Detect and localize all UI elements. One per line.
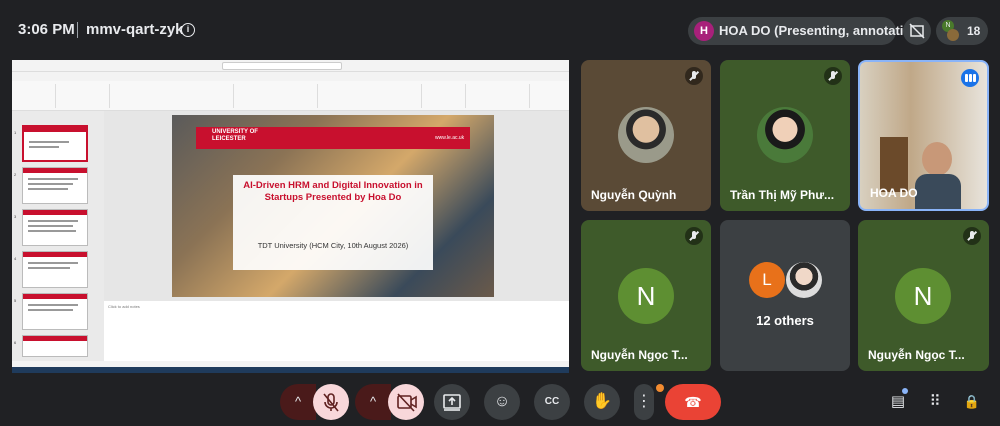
bottom-controls: ^ ^ ☺ CC ✋ ⋮ ☎ ▤ ⠿ 🔒 <box>0 373 1000 426</box>
thumb-number: 1 <box>14 130 17 135</box>
slide-thumb <box>22 209 88 246</box>
thumb-number: 3 <box>14 214 17 219</box>
participant-avatar: N <box>618 268 674 324</box>
others-tile[interactable]: L 12 others <box>720 220 850 371</box>
ppt-search-box <box>222 62 342 70</box>
slide-title-card: AI-Driven HRM and Digital Innovation in … <box>233 175 433 270</box>
slide-editor: UNIVERSITY OF LEICESTER www.le.ac.uk AI-… <box>104 111 569 361</box>
ribbon-group <box>16 84 56 108</box>
camera-options-button[interactable]: ^ <box>355 384 391 420</box>
chat-icon[interactable]: ▤ <box>887 391 909 413</box>
captions-icon: CC <box>544 396 560 407</box>
slide-thumb <box>22 125 88 162</box>
participant-tile-active-speaker[interactable]: HOA DO <box>858 60 989 211</box>
captions-button[interactable]: CC <box>534 384 570 420</box>
participant-avatar: N <box>895 268 951 324</box>
speaking-indicator-icon <box>961 69 979 87</box>
current-slide: UNIVERSITY OF LEICESTER www.le.ac.uk AI-… <box>172 115 494 297</box>
raise-hand-button[interactable]: ✋ <box>584 384 620 420</box>
mic-control: ^ <box>280 384 349 420</box>
presenter-label: HOA DO (Presenting, annotating) <box>719 23 924 38</box>
ppt-ribbon-tabs: File Home Insert Draw Design Transitions… <box>12 72 569 86</box>
more-vert-icon: ⋮ <box>636 393 652 410</box>
reactions-button[interactable]: ☺ <box>484 384 520 420</box>
activities-icon[interactable]: ⠿ <box>924 391 946 413</box>
present-screen-icon <box>443 394 461 411</box>
participant-name: Nguyễn Ngọc T... <box>591 348 688 362</box>
slide-website: www.le.ac.uk <box>435 135 465 141</box>
slide-thumb <box>22 293 88 330</box>
university-logo-text: UNIVERSITY OF LEICESTER <box>212 129 258 142</box>
participant-tile[interactable]: Nguyễn Quỳnh <box>581 60 711 211</box>
ribbon-group <box>470 84 530 108</box>
participant-name: Nguyễn Ngọc T... <box>868 348 965 362</box>
participant-photo <box>757 107 813 163</box>
hand-icon: ✋ <box>592 393 612 410</box>
leave-call-button[interactable]: ☎ <box>665 384 721 420</box>
slide-thumbnails: 1 2 3 4 5 6 <box>12 111 104 361</box>
participant-tile[interactable]: N Nguyễn Ngọc T... <box>581 220 711 371</box>
notification-dot <box>656 384 664 392</box>
participant-photo <box>618 107 674 163</box>
mic-off-icon <box>323 393 339 412</box>
divider <box>77 22 78 38</box>
chat-badge <box>902 388 908 394</box>
slide-subtitle: TDT University (HCM City, 10th August 20… <box>257 241 409 250</box>
ribbon-group <box>60 84 110 108</box>
presenter-face <box>922 142 952 176</box>
top-bar: 3:06 PM mmv-qart-zyk i H HOA DO (Present… <box>0 0 1000 60</box>
emoji-icon: ☺ <box>493 393 511 410</box>
camera-control: ^ <box>355 384 424 420</box>
slide-thumb <box>22 335 88 357</box>
bookshelf <box>880 137 908 192</box>
participant-name: Nguyễn Quỳnh <box>591 188 677 202</box>
mic-toggle-button[interactable] <box>313 384 349 420</box>
more-options-button[interactable]: ⋮ <box>634 384 654 420</box>
slide-title: AI-Driven HRM and Digital Innovation in … <box>243 180 423 203</box>
mic-off-icon <box>685 227 703 245</box>
participant-name: Trần Thị Mỹ Phư... <box>730 188 835 202</box>
others-label: 12 others <box>756 313 814 328</box>
info-icon[interactable]: i <box>181 23 195 37</box>
notes-pane: Click to add notes <box>104 301 569 361</box>
camera-toggle-button[interactable] <box>388 384 424 420</box>
shared-screen: File Home Insert Draw Design Transitions… <box>12 60 569 373</box>
participant-avatar-photo <box>947 29 959 41</box>
thumb-number: 5 <box>14 298 17 303</box>
slide-thumb <box>22 251 88 288</box>
thumb-number: 2 <box>14 172 17 177</box>
thumb-number: 4 <box>14 256 17 261</box>
participants-count: 18 <box>967 24 981 38</box>
presenter-pill[interactable]: H HOA DO (Presenting, annotating) <box>688 17 924 45</box>
presenter-body <box>915 174 961 209</box>
meeting-time: 3:06 PM <box>18 21 75 38</box>
mic-off-icon <box>685 67 703 85</box>
ribbon-group <box>426 84 466 108</box>
mic-options-button[interactable]: ^ <box>280 384 316 420</box>
other-avatar: L <box>749 262 785 298</box>
participant-tile[interactable]: Trần Thị Mỹ Phư... <box>720 60 850 211</box>
participants-button[interactable]: N 18 <box>936 17 988 45</box>
camera-off-icon <box>397 393 417 412</box>
present-button[interactable] <box>434 384 470 420</box>
participant-tile[interactable]: N Nguyễn Ngọc T... <box>858 220 989 371</box>
notes-placeholder: Click to add notes <box>108 304 140 309</box>
stop-presenting-icon[interactable] <box>903 17 931 45</box>
participant-name: HOA DO <box>870 186 918 200</box>
slide-thumb <box>22 167 88 204</box>
call-end-icon: ☎ <box>684 394 702 410</box>
mic-off-icon <box>963 227 981 245</box>
thumb-number: 6 <box>14 340 17 345</box>
ppt-ribbon <box>12 81 569 111</box>
ribbon-group <box>322 84 422 108</box>
ribbon-group <box>114 84 234 108</box>
presenter-avatar: H <box>694 21 714 41</box>
meeting-code: mmv-qart-zyk <box>86 21 184 38</box>
other-avatar-photo <box>786 262 822 298</box>
ppt-titlebar <box>12 60 569 72</box>
ribbon-group <box>238 84 318 108</box>
host-controls-icon[interactable]: 🔒 <box>961 391 983 413</box>
mic-off-icon <box>824 67 842 85</box>
